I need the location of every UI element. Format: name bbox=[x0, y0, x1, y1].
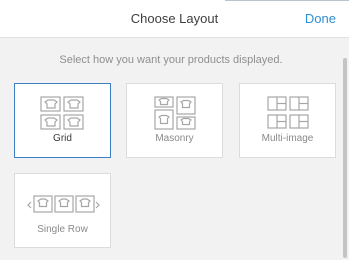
layout-option-grid[interactable]: Grid bbox=[14, 83, 111, 158]
done-button[interactable]: Done bbox=[305, 11, 336, 26]
instruction-text: Select how you want your products displa… bbox=[59, 54, 283, 66]
grid-layout-icon bbox=[40, 96, 84, 130]
layout-option-multi-image[interactable]: Multi-image bbox=[239, 83, 336, 158]
page-title: Choose Layout bbox=[130, 11, 219, 26]
layout-option-label: Grid bbox=[53, 133, 72, 144]
layout-option-label: Single Row bbox=[37, 224, 88, 235]
single-row-layout-icon bbox=[27, 195, 100, 213]
layout-option-masonry[interactable]: Masonry bbox=[126, 83, 223, 158]
layout-option-label: Multi-image bbox=[261, 133, 314, 144]
header-accent-line bbox=[225, 0, 349, 1]
masonry-layout-icon bbox=[154, 96, 196, 130]
layout-option-label: Masonry bbox=[155, 133, 194, 144]
layout-option-single-row[interactable]: Single Row bbox=[14, 173, 111, 248]
layout-header: Choose Layout Done bbox=[0, 0, 349, 38]
layout-options-panel: Select how you want your products displa… bbox=[0, 39, 349, 260]
scrollbar-thumb[interactable] bbox=[343, 58, 347, 258]
multi-image-layout-icon bbox=[267, 96, 309, 129]
